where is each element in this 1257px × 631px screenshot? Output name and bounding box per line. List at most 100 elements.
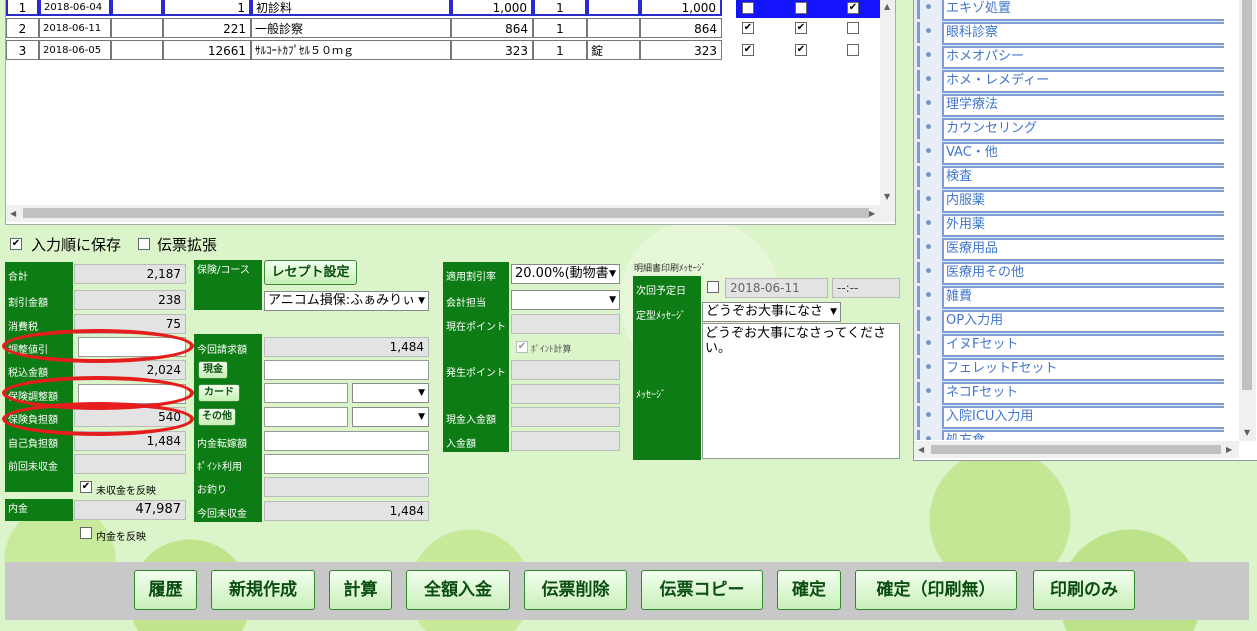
category-item-label[interactable]: ネコFセット — [942, 382, 1224, 405]
category-item-label[interactable]: イヌFセット — [942, 334, 1224, 357]
blank-cell[interactable] — [111, 40, 163, 60]
price-cell[interactable]: 323 — [451, 40, 533, 60]
table-row[interactable]: 3 2018-06-05 12661 ｻﾙｺｰﾄｶﾌﾟｾﾙ５０ｍｇ 323 1 … — [6, 40, 886, 62]
category-item-label[interactable]: カウンセリング — [942, 118, 1224, 141]
row-checkbox-3[interactable]: ✔ — [847, 2, 859, 14]
next-date-field[interactable]: 2018-06-11 — [725, 278, 828, 298]
category-vertical-scrollbar[interactable]: ▼ — [1239, 0, 1256, 441]
category-item-label[interactable]: 入院ICU入力用 — [942, 406, 1224, 429]
category-item[interactable]: 眼科診察 — [917, 22, 1224, 45]
row-checkbox-1[interactable] — [742, 2, 754, 14]
next-date-checkbox[interactable] — [707, 281, 719, 293]
scroll-right-icon[interactable]: ▶ — [1226, 445, 1232, 454]
table-row[interactable]: 1 2018-06-04 1 初診料 1,000 1 1,000 ✔ — [6, 0, 886, 18]
category-item-label[interactable]: OP入力用 — [942, 310, 1224, 333]
template-message-select[interactable]: どうぞお大事になさ ▼ — [702, 302, 841, 322]
code-cell[interactable]: 1 — [163, 0, 251, 16]
scroll-right-icon[interactable]: ▶ — [869, 209, 875, 218]
category-item[interactable]: ホメオパシー — [917, 46, 1224, 69]
copy-slip-button[interactable]: 伝票コピー — [641, 570, 763, 610]
insurance-select[interactable]: アニコム損保:ふぁみりぃ ▼ — [264, 291, 429, 311]
date-cell[interactable]: 2018-06-05 — [39, 40, 111, 60]
print-only-button[interactable]: 印刷のみ — [1033, 570, 1135, 610]
category-item-label[interactable]: 医療用その他 — [942, 262, 1224, 285]
category-item[interactable]: エキゾ処置 — [917, 0, 1224, 21]
category-item[interactable]: 内服薬 — [917, 190, 1224, 213]
category-item-label[interactable]: VAC・他 — [942, 142, 1224, 165]
category-item[interactable]: ネコFセット — [917, 382, 1224, 405]
cash-input[interactable] — [264, 360, 429, 380]
table-horizontal-scrollbar[interactable]: ◀ ▶ — [6, 205, 895, 222]
card-type-select[interactable]: ▼ — [352, 383, 429, 403]
history-button[interactable]: 履歴 — [134, 570, 197, 610]
category-item[interactable]: 処方食 — [917, 430, 1224, 440]
other-type-select[interactable]: ▼ — [352, 407, 429, 427]
category-item[interactable]: 入院ICU入力用 — [917, 406, 1224, 429]
category-item-label[interactable]: フェレットFセット — [942, 358, 1224, 381]
name-cell[interactable]: 初診料 — [251, 0, 451, 16]
category-item[interactable]: OP入力用 — [917, 310, 1224, 333]
category-item-label[interactable]: エキゾ処置 — [942, 0, 1224, 21]
category-item-label[interactable]: 眼科診察 — [942, 22, 1224, 45]
next-time-field[interactable]: --:-- — [832, 278, 900, 298]
unit-cell[interactable] — [587, 0, 640, 16]
scroll-thumb[interactable] — [931, 445, 1221, 454]
category-item[interactable]: 医療用その他 — [917, 262, 1224, 285]
receipt-settings-button[interactable]: レセプト設定 — [264, 260, 357, 285]
deposit-transfer-input[interactable] — [264, 431, 429, 451]
qty-cell[interactable]: 1 — [533, 40, 587, 60]
row-checkbox-2[interactable]: ✔ — [795, 44, 807, 56]
row-checkbox-3[interactable] — [847, 44, 859, 56]
message-textarea[interactable]: どうぞお大事になさってください。 — [702, 323, 900, 459]
table-row[interactable]: 2 2018-06-11 221 一般診察 864 1 864 ✔ ✔ — [6, 18, 886, 40]
category-item[interactable]: ホメ・レメディー — [917, 70, 1224, 93]
scroll-up-icon[interactable]: ▲ — [884, 2, 890, 11]
category-horizontal-scrollbar[interactable]: ◀ ▶ — [914, 441, 1239, 458]
category-item-label[interactable]: 内服薬 — [942, 190, 1224, 213]
new-slip-button[interactable]: 新規作成 — [211, 570, 315, 610]
row-checkbox-1[interactable]: ✔ — [742, 44, 754, 56]
blank-cell[interactable] — [111, 18, 163, 38]
confirm-no-print-button[interactable]: 確定（印刷無） — [855, 570, 1017, 610]
category-item-label[interactable]: 処方食 — [942, 430, 1224, 440]
code-cell[interactable]: 12661 — [163, 40, 251, 60]
table-vertical-scrollbar[interactable]: ▲ ▼ — [880, 0, 895, 205]
reflect-deposit-checkbox[interactable] — [80, 527, 92, 539]
confirm-button[interactable]: 確定 — [777, 570, 841, 610]
calculate-button[interactable]: 計算 — [329, 570, 392, 610]
category-item[interactable]: カウンセリング — [917, 118, 1224, 141]
category-item[interactable]: イヌFセット — [917, 334, 1224, 357]
expand-slip-checkbox[interactable] — [138, 238, 150, 250]
category-item-label[interactable]: 検査 — [942, 166, 1224, 189]
category-item-label[interactable]: 雑費 — [942, 286, 1224, 309]
category-item-label[interactable]: 医療用品 — [942, 238, 1224, 261]
point-use-input[interactable] — [264, 454, 429, 474]
category-item[interactable]: 医療用品 — [917, 238, 1224, 261]
price-cell[interactable]: 1,000 — [451, 0, 533, 16]
cash-button[interactable]: 現金 — [198, 361, 228, 379]
full-payment-button[interactable]: 全額入金 — [406, 570, 510, 610]
unit-cell[interactable]: 錠 — [587, 40, 640, 60]
scroll-thumb[interactable] — [1242, 0, 1252, 390]
delete-slip-button[interactable]: 伝票削除 — [524, 570, 627, 610]
qty-cell[interactable]: 1 — [533, 0, 587, 16]
reflect-unpaid-checkbox[interactable]: ✔ — [80, 481, 92, 493]
price-cell[interactable]: 864 — [451, 18, 533, 38]
scroll-left-icon[interactable]: ◀ — [918, 445, 924, 454]
unit-cell[interactable] — [587, 18, 640, 38]
accountant-select[interactable]: ▼ — [511, 290, 620, 310]
row-checkbox-3[interactable] — [847, 22, 859, 34]
blank-cell[interactable] — [111, 0, 163, 16]
category-item-label[interactable]: ホメオパシー — [942, 46, 1224, 69]
discount-rate-select[interactable]: 20.00%(動物書 ▼ — [511, 264, 620, 284]
category-item[interactable]: 雑費 — [917, 286, 1224, 309]
scroll-left-icon[interactable]: ◀ — [10, 209, 16, 218]
row-checkbox-2[interactable] — [795, 2, 807, 14]
row-checkbox-1[interactable]: ✔ — [742, 22, 754, 34]
row-checkbox-2[interactable]: ✔ — [795, 22, 807, 34]
name-cell[interactable]: 一般診察 — [251, 18, 451, 38]
category-item[interactable]: 検査 — [917, 166, 1224, 189]
qty-cell[interactable]: 1 — [533, 18, 587, 38]
card-button[interactable]: カード — [198, 384, 240, 402]
name-cell[interactable]: ｻﾙｺｰﾄｶﾌﾟｾﾙ５０ｍｇ — [251, 40, 451, 60]
